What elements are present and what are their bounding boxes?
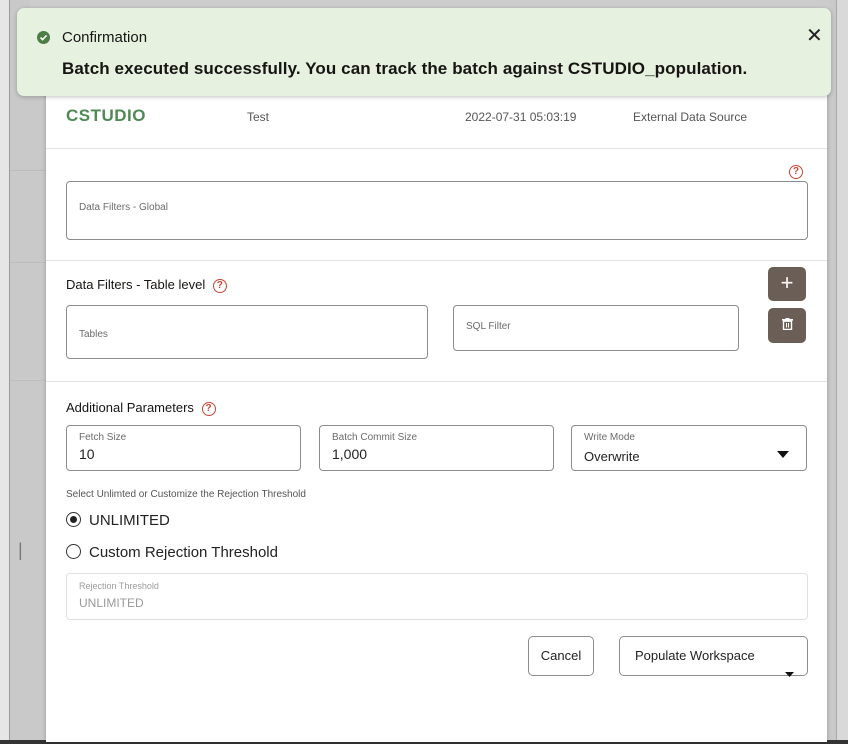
radio-unchecked-icon — [66, 544, 81, 559]
field-label: Rejection Threshold — [79, 581, 159, 591]
radio-unlimited[interactable]: UNLIMITED — [66, 512, 170, 529]
close-icon[interactable]: ✕ — [806, 26, 823, 46]
sql-filter-field[interactable]: SQL Filter — [453, 305, 739, 351]
table-level-filters-title: Data Filters - Table level ? — [66, 277, 227, 293]
toast-title: Confirmation — [62, 29, 148, 46]
field-label: Batch Commit Size — [332, 432, 418, 443]
source-date: 2022-07-31 05:03:19 — [465, 110, 577, 124]
success-check-icon — [37, 31, 50, 44]
caret-down-icon — [785, 654, 794, 692]
field-label: Tables — [79, 329, 108, 340]
fetch-size-value: 10 — [79, 446, 95, 462]
radio-custom-rejection-threshold[interactable]: Custom Rejection Threshold — [66, 544, 278, 561]
field-label: Write Mode — [584, 432, 635, 443]
additional-parameters-title: Additional Parameters ? — [66, 400, 216, 416]
add-filter-button[interactable]: + — [768, 267, 806, 301]
section-title-text: Data Filters - Table level — [66, 277, 206, 292]
section-divider — [46, 381, 827, 382]
data-filters-global-field[interactable]: Data Filters - Global — [66, 181, 808, 240]
write-mode-select[interactable]: Write Mode Overwrite — [571, 425, 807, 471]
section-divider — [46, 148, 827, 149]
help-icon[interactable]: ? — [212, 278, 227, 293]
batch-commit-size-field[interactable]: Batch Commit Size 1,000 — [319, 425, 554, 471]
rejection-threshold-field: Rejection Threshold UNLIMITED — [66, 573, 808, 620]
button-label: Populate Workspace — [635, 648, 755, 663]
source-name: CSTUDIO — [66, 106, 146, 125]
help-icon[interactable]: ? — [201, 401, 216, 416]
populate-workspace-dialog: CSTUDIO Test 2022-07-31 05:03:19 Externa… — [46, 12, 827, 742]
background-divider — [10, 170, 50, 171]
plus-icon: + — [780, 270, 794, 295]
help-icon[interactable]: ? — [789, 165, 803, 179]
section-title-text: Additional Parameters — [66, 400, 194, 415]
batch-commit-size-value: 1,000 — [332, 446, 368, 462]
background-panel-right — [836, 0, 848, 744]
source-type: External Data Source — [633, 110, 748, 124]
confirmation-toast: Confirmation Batch executed successfully… — [17, 8, 831, 96]
radio-label: UNLIMITED — [89, 512, 170, 529]
delete-filter-button[interactable] — [768, 308, 806, 343]
rejection-threshold-value: UNLIMITED — [79, 596, 144, 610]
field-label: SQL Filter — [466, 321, 511, 332]
section-divider — [46, 260, 827, 261]
fetch-size-field[interactable]: Fetch Size 10 — [66, 425, 301, 471]
cancel-button[interactable]: Cancel — [528, 636, 594, 676]
radio-label: Custom Rejection Threshold — [89, 544, 278, 561]
trash-icon — [782, 317, 793, 335]
caret-down-icon — [777, 445, 789, 463]
write-mode-value: Overwrite — [584, 449, 640, 464]
background-divider — [10, 262, 50, 263]
background-panel-left — [0, 0, 10, 744]
rejection-threshold-prompt: Select Unlimted or Customize the Rejecti… — [66, 489, 306, 500]
populate-workspace-button[interactable]: Populate Workspace — [619, 636, 808, 677]
toast-message: Batch executed successfully. You can tra… — [62, 59, 748, 78]
source-summary-row: CSTUDIO Test 2022-07-31 05:03:19 Externa… — [46, 104, 827, 144]
field-label: Data Filters - Global — [79, 202, 168, 213]
background-divider — [10, 380, 50, 381]
field-label: Fetch Size — [79, 432, 127, 443]
source-description: Test — [247, 110, 270, 124]
radio-checked-icon — [66, 512, 81, 527]
tables-field[interactable]: Tables — [66, 305, 428, 359]
background-caret: | — [18, 540, 23, 560]
